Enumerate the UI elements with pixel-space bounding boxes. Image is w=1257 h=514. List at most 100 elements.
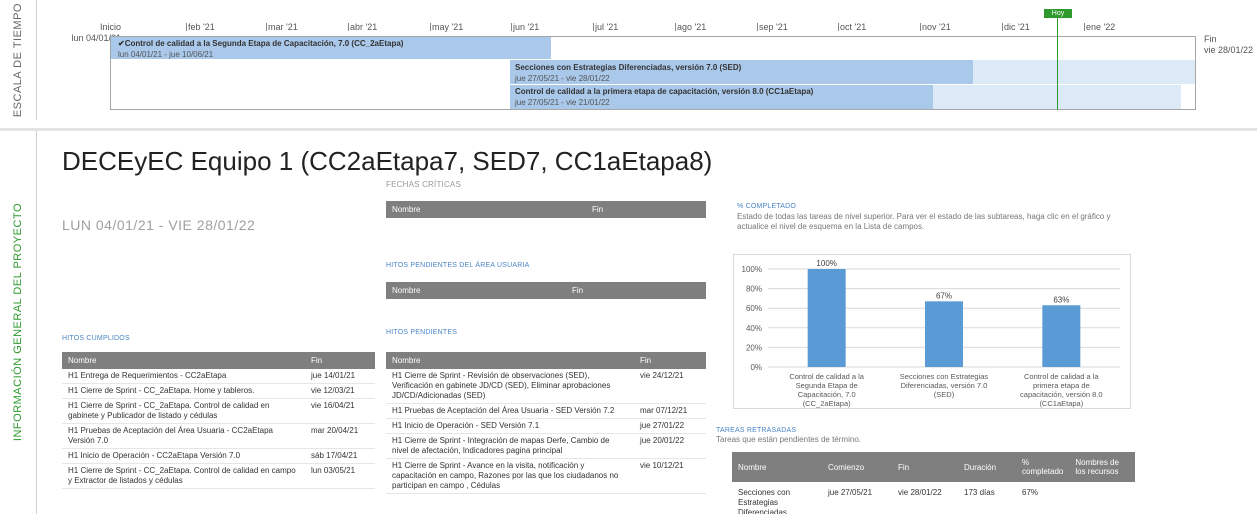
- fechas-criticas-label: FECHAS CRÍTICAS: [386, 180, 462, 189]
- timeline-month: may '21: [429, 22, 464, 32]
- column-header: Nombre: [732, 452, 822, 482]
- milestone-date: vie 24/12/21: [634, 369, 706, 404]
- table-row[interactable]: H1 Cierre de Sprint - Revisión de observ…: [386, 369, 706, 404]
- task-percent: 67%: [1016, 482, 1070, 514]
- chart-ytick-label: 100%: [742, 265, 762, 274]
- table-row[interactable]: H1 Pruebas de Aceptación del Área Usuari…: [386, 403, 706, 419]
- hitos-area-table[interactable]: Nombre Fin: [386, 282, 706, 299]
- column-header: Fin: [305, 352, 375, 369]
- milestone-date: sáb 17/04/21: [305, 448, 375, 464]
- column-header: Duración: [958, 452, 1016, 482]
- chart-ytick-label: 20%: [746, 343, 762, 352]
- milestone-name: H1 Pruebas de Aceptación del Área Usuari…: [386, 403, 634, 419]
- milestone-name: H1 Cierre de Sprint - Revisión de observ…: [386, 369, 634, 404]
- hitos-area-label: HITOS PENDIENTES DEL ÁREA USUARIA: [386, 262, 530, 269]
- column-header: Fin: [634, 352, 706, 369]
- chart-ytick-label: 80%: [746, 285, 762, 294]
- milestone-date: mar 07/12/21: [634, 403, 706, 419]
- timeline-month: sep '21: [757, 22, 788, 32]
- milestone-date: lun 03/05/21: [305, 463, 375, 489]
- timeline-start-label: Inicio: [99, 22, 121, 32]
- column-header: % completado: [1016, 452, 1070, 482]
- milestone-date: vie 10/12/21: [634, 458, 706, 494]
- table-row[interactable]: Secciones con Estrategias Diferenciadas …: [732, 482, 1135, 514]
- milestone-name: H1 Inicio de Operación - SED Versión 7.1: [386, 418, 634, 434]
- chart-data-label: 63%: [1053, 295, 1069, 304]
- timeline-month: ago '21: [674, 22, 707, 32]
- column-header: Fin: [566, 282, 706, 299]
- milestone-date: jue 27/01/22: [634, 418, 706, 434]
- milestone-name: H1 Cierre de Sprint - CC_2aEtapa. Home y…: [62, 383, 305, 399]
- timeline-bar-dates: lun 04/01/21 - jue 10/06/21: [118, 50, 214, 59]
- table-row[interactable]: H1 Pruebas de Aceptación del Área Usuari…: [62, 423, 375, 449]
- milestone-name: H1 Inicio de Operación - CC2aEtapa Versi…: [62, 448, 305, 464]
- timeline-month: nov '21: [920, 22, 951, 32]
- timeline-bar-title: Control de calidad a la primera etapa de…: [515, 87, 814, 96]
- column-header: Nombre: [386, 352, 634, 369]
- milestone-name: H1 Cierre de Sprint - Avance en la visit…: [386, 458, 634, 494]
- milestone-name: H1 Cierre de Sprint - CC_2aEtapa. Contro…: [62, 398, 305, 424]
- project-dates: LUN 04/01/21 - VIE 28/01/22: [62, 217, 256, 233]
- timeline-month: feb '21: [186, 22, 215, 32]
- task-start: jue 27/05/21: [822, 482, 892, 514]
- timeline-bar-dates: jue 27/05/21 - vie 21/01/22: [515, 98, 610, 107]
- milestone-date: vie 12/03/21: [305, 383, 375, 399]
- timeline-month: dic '21: [1002, 22, 1030, 32]
- completado-description: Estado de todas las tareas de nivel supe…: [737, 212, 1111, 231]
- chart-ytick-label: 60%: [746, 304, 762, 313]
- timeline-side-label-text: ESCALA DE TIEMPO: [12, 2, 24, 118]
- chart-bar[interactable]: [925, 301, 963, 367]
- chart-category-label: Secciones con Estrategias Diferenciadas, …: [900, 372, 989, 399]
- chart-ytick-label: 40%: [746, 324, 762, 333]
- hitos-pendientes-label: HITOS PENDIENTES: [386, 329, 458, 336]
- completion-chart[interactable]: 0% 20% 40% 60% 80% 100% 100% Control de calidad…: [733, 254, 1131, 409]
- milestone-date: mar 20/04/21: [305, 423, 375, 449]
- milestone-name: H1 Cierre de Sprint - CC_2aEtapa. Contro…: [62, 463, 305, 489]
- hitos-pendientes-table[interactable]: Nombre Fin H1 Cierre de Sprint - Revisió…: [386, 352, 706, 494]
- chart-ytick-label: 0%: [750, 363, 762, 372]
- today-badge: Hoy: [1044, 9, 1072, 18]
- timeline-bar-title: Secciones con Estrategias Diferenciadas,…: [515, 63, 742, 72]
- completion-chart-svg: 0% 20% 40% 60% 80% 100% 100% Control de calidad…: [742, 259, 1120, 408]
- chart-bar[interactable]: [807, 269, 846, 367]
- chart-category-label: Control de calidad a la Segunda Etapa de C…: [789, 372, 864, 408]
- chart-data-label: 67%: [936, 291, 952, 300]
- timeline-end-label: Fin: [1204, 34, 1217, 44]
- milestone-name: H1 Entrega de Requerimientos - CC2aEtapa: [62, 369, 305, 384]
- completado-label: % COMPLETADO: [737, 203, 797, 210]
- table-row[interactable]: H1 Inicio de Operación - CC2aEtapa Versi…: [62, 448, 375, 464]
- tareas-retrasadas-subtitle: Tareas que están pendientes de término.: [716, 435, 861, 444]
- milestone-date: vie 16/04/21: [305, 398, 375, 424]
- timeline-month: jul '21: [592, 22, 619, 32]
- table-row[interactable]: H1 Cierre de Sprint - Avance en la visit…: [386, 458, 706, 494]
- fechas-criticas-table[interactable]: Nombre Fin: [386, 201, 706, 218]
- chart-bar[interactable]: [1042, 305, 1081, 367]
- info-side-label-text: INFORMACIÓN GENERAL DEL PROYECTO: [12, 203, 24, 442]
- timeline-bar-dates: jue 27/05/21 - vie 28/01/22: [515, 74, 610, 83]
- timeline-end-date: vie 28/01/22: [1204, 45, 1254, 55]
- timeline-bar-remaining: [973, 60, 1195, 84]
- timeline-month: mar '21: [266, 22, 298, 32]
- table-row[interactable]: H1 Inicio de Operación - SED Versión 7.1…: [386, 418, 706, 434]
- table-row[interactable]: H1 Cierre de Sprint - CC_2aEtapa. Home y…: [62, 383, 375, 399]
- page-title: DECEyEC Equipo 1 (CC2aEtapa7, SED7, CC1a…: [62, 146, 713, 176]
- chart-data-label: 100%: [816, 259, 836, 268]
- timeline-month: jun '21: [510, 22, 540, 32]
- table-row[interactable]: H1 Cierre de Sprint - CC_2aEtapa. Contro…: [62, 463, 375, 489]
- timeline-month: ene '22: [1083, 22, 1116, 32]
- timeline-divider: [36, 0, 37, 120]
- column-header: Fin: [586, 201, 706, 218]
- timeline-month: oct '21: [837, 22, 867, 32]
- chart-category-label: Control de calidad a la primera etapa de c…: [1020, 372, 1103, 408]
- table-row[interactable]: H1 Entrega de Requerimientos - CC2aEtapa…: [62, 369, 375, 384]
- timeline-month: abr '21: [347, 22, 378, 32]
- table-row[interactable]: H1 Cierre de Sprint - CC_2aEtapa. Contro…: [62, 398, 375, 424]
- task-end: vie 28/01/22: [892, 482, 958, 514]
- tareas-retrasadas-table[interactable]: Nombre Comienzo Fin Duración % completad…: [732, 452, 1135, 514]
- table-row[interactable]: H1 Cierre de Sprint - Integración de map…: [386, 433, 706, 459]
- task-name: Secciones con Estrategias Diferenciadas: [732, 482, 822, 514]
- timeline-band[interactable]: ESCALA DE TIEMPO Inicio lun 04/01/21 Fin…: [0, 0, 1257, 120]
- hitos-cumplidos-table[interactable]: Nombre Fin H1 Entrega de Requerimientos …: [62, 352, 375, 489]
- column-header: Nombre: [386, 201, 586, 218]
- section-separator: [0, 128, 1257, 131]
